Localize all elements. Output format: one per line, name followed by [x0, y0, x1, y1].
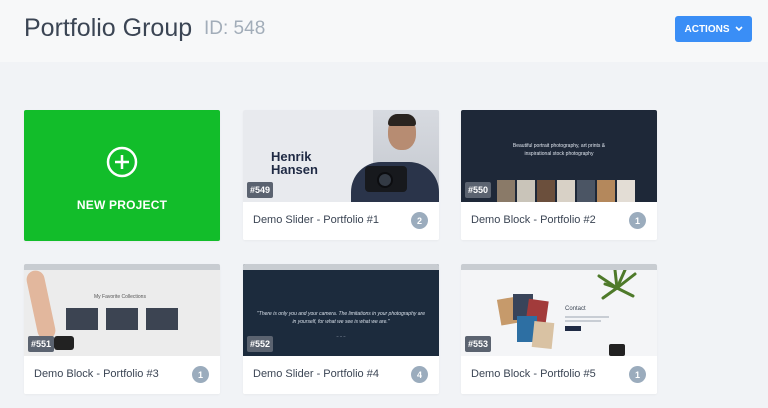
group-id-label: ID: 548 — [204, 18, 266, 39]
project-name[interactable]: Demo Block - Portfolio #5 — [471, 368, 596, 380]
project-name[interactable]: Demo Block - Portfolio #3 — [34, 368, 159, 380]
project-card-551[interactable]: My Favorite Collections #551 Demo Block … — [24, 264, 220, 394]
thumbnail-text: Beautiful portrait photography, art prin… — [512, 143, 606, 157]
project-thumbnail[interactable]: "There is only you and your camera. The … — [243, 264, 439, 356]
thumbnail-text: My Favorite Collections — [94, 294, 146, 300]
project-id-badge: #551 — [28, 336, 55, 352]
thumbnail-heading: Henrik Hansen — [271, 149, 318, 177]
project-thumbnail[interactable]: My Favorite Collections #551 — [24, 264, 220, 356]
camera-image — [609, 344, 625, 356]
item-count-badge: 2 — [411, 212, 428, 229]
project-card-549[interactable]: Henrik Hansen #549 Demo Slider - Portfoli… — [243, 110, 439, 240]
item-count-badge: 4 — [411, 366, 428, 383]
actions-button-label: ACTIONS — [684, 23, 730, 35]
project-card-550[interactable]: Beautiful portrait photography, art prin… — [461, 110, 657, 240]
actions-button[interactable]: ACTIONS — [675, 16, 752, 42]
new-project-tile[interactable]: NEW PROJECT — [24, 110, 220, 241]
project-id-badge: #553 — [465, 336, 492, 352]
new-project-label: NEW PROJECT — [76, 198, 168, 212]
project-name[interactable]: Demo Slider - Portfolio #4 — [253, 368, 379, 380]
page-header: Portfolio Group ID: 548 ACTIONS — [0, 0, 768, 62]
project-name[interactable]: Demo Slider - Portfolio #1 — [253, 214, 379, 226]
project-footer: Demo Slider - Portfolio #1 2 — [243, 202, 439, 240]
project-footer: Demo Block - Portfolio #5 1 — [461, 356, 657, 394]
item-count-badge: 1 — [629, 366, 646, 383]
project-thumbnail[interactable]: Beautiful portrait photography, art prin… — [461, 110, 657, 202]
chevron-down-icon — [734, 26, 743, 32]
page-title: Portfolio Group — [24, 14, 193, 42]
project-card-552[interactable]: "There is only you and your camera. The … — [243, 264, 439, 394]
plus-circle-icon — [106, 146, 138, 183]
plant-image — [595, 268, 639, 307]
project-footer: Demo Block - Portfolio #2 1 — [461, 202, 657, 240]
thumbnail-text: Contact — [565, 306, 586, 312]
camera-image — [54, 336, 74, 350]
project-card-553[interactable]: Contact #553 Demo Block - Portfolio #5 1 — [461, 264, 657, 394]
hand-image — [24, 268, 58, 342]
project-id-badge: #550 — [465, 182, 492, 198]
project-footer: Demo Slider - Portfolio #4 4 — [243, 356, 439, 394]
item-count-badge: 1 — [629, 212, 646, 229]
item-count-badge: 1 — [192, 366, 209, 383]
project-footer: Demo Block - Portfolio #3 1 — [24, 356, 220, 394]
thumbnail-quote: "There is only you and your camera. The … — [257, 311, 425, 325]
project-id-badge: #552 — [247, 336, 274, 352]
photo-strip — [497, 180, 635, 202]
project-id-badge: #549 — [247, 182, 274, 198]
project-thumbnail[interactable]: Contact #553 — [461, 264, 657, 356]
project-name[interactable]: Demo Block - Portfolio #2 — [471, 214, 596, 226]
project-thumbnail[interactable]: Henrik Hansen #549 — [243, 110, 439, 202]
